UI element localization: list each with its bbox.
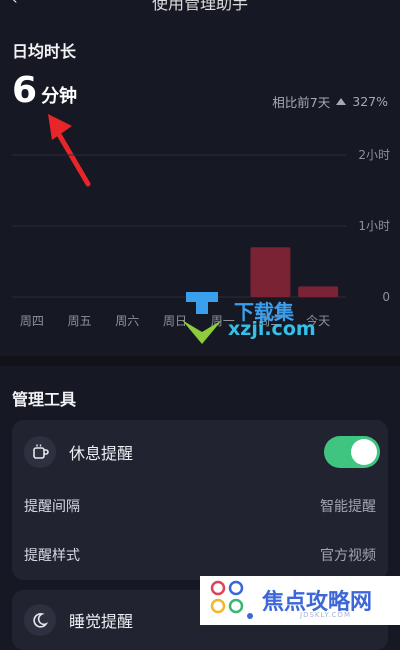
cup-icon — [24, 436, 56, 468]
watermark-url: xzji.com — [228, 318, 316, 340]
interval-row[interactable]: 提醒间隔 智能提醒 — [12, 496, 388, 518]
interval-value: 智能提醒 — [320, 499, 376, 515]
y-tick-label: 2小时 — [358, 148, 390, 162]
bottom-watermark: 焦点攻略网 JDSKLY.COM — [200, 576, 400, 625]
watermark-dots-icon — [210, 580, 253, 619]
chart-bar[interactable] — [250, 247, 291, 297]
top-nav-bar: ‹ 使用管理助手 — [0, 0, 400, 13]
comparison-info: 相比前7天 327% — [272, 92, 388, 111]
rest-reminder-title: 休息提醒 — [69, 444, 134, 463]
x-tick-label: 周五 — [68, 314, 92, 328]
duration-number: 6 — [12, 70, 38, 111]
moon-icon — [24, 604, 56, 636]
style-label: 提醒样式 — [24, 548, 80, 564]
y-tick-label: 0 — [382, 290, 390, 304]
page-title: 使用管理助手 — [151, 0, 248, 13]
style-value: 官方视频 — [320, 548, 376, 564]
duration-unit: 分钟 — [41, 86, 78, 107]
compare-change: 327% — [352, 94, 388, 109]
tools-title: 管理工具 — [12, 390, 77, 409]
bottom-watermark-sub: JDSKLY.COM — [300, 611, 351, 619]
interval-label: 提醒间隔 — [24, 499, 80, 515]
compare-label: 相比前7天 — [272, 95, 331, 110]
x-tick-label: 周六 — [115, 314, 139, 328]
arrow-up-icon — [336, 98, 347, 105]
section-divider — [0, 356, 400, 366]
style-row[interactable]: 提醒样式 官方视频 — [12, 545, 388, 567]
rest-reminder-row[interactable]: 休息提醒 — [12, 436, 388, 468]
toggle-knob — [351, 439, 377, 465]
x-tick-label: 周四 — [20, 314, 44, 328]
rest-reminder-card: 休息提醒 提醒间隔 智能提醒 提醒样式 官方视频 — [12, 420, 388, 580]
rest-reminder-toggle[interactable] — [324, 436, 380, 468]
y-tick-label: 1小时 — [358, 219, 390, 233]
sleep-reminder-title: 睡觉提醒 — [69, 612, 134, 631]
daily-average-value: 6 分钟 — [12, 70, 77, 111]
daily-average-label: 日均时长 — [12, 42, 77, 61]
